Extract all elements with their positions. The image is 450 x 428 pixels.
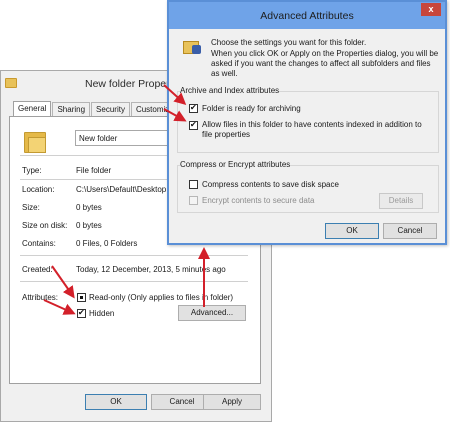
readonly-label: Read-only (Only applies to files in fold… [89,293,234,302]
created-label: Created: [22,265,53,274]
advanced-title: Advanced Attributes [260,10,354,22]
details-button[interactable]: Details [379,193,423,209]
advanced-titlebar[interactable]: Advanced Attributes x [169,2,445,29]
contains-label: Contains: [22,239,56,248]
archive-label: Folder is ready for archiving [202,104,301,113]
encrypt-label: Encrypt contents to secure data [202,196,315,205]
apply-button[interactable]: Apply [203,394,261,410]
type-label: Type: [22,166,42,175]
advanced-ok-button[interactable]: OK [325,223,379,239]
compress-encrypt-group-label: Compress or Encrypt attributes [180,160,291,169]
index-checkbox[interactable] [189,120,198,130]
attributes-label: Attributes: [22,293,59,302]
folder-settings-icon [183,39,203,55]
location-label: Location: [22,185,55,194]
divider [20,281,248,282]
archive-index-group-label: Archive and Index attributes [180,86,280,95]
index-label: Allow files in this folder to have conte… [202,120,422,139]
tab-strip: General Sharing Security Customize [13,101,180,118]
folder-icon [5,78,17,88]
size-label: Size: [22,203,40,212]
readonly-checkbox[interactable] [77,293,86,302]
description-line-1: Choose the settings you want for this fo… [211,38,367,47]
type-value: File folder [76,166,112,175]
location-value: C:\Users\Default\Desktop [76,185,167,194]
advanced-cancel-button[interactable]: Cancel [383,223,437,239]
archive-checkbox[interactable] [189,103,198,113]
hidden-label: Hidden [89,309,115,318]
size-on-disk-value: 0 bytes [76,221,102,230]
advanced-attributes-dialog: Advanced Attributes x Choose the setting… [167,0,447,245]
created-value: Today, 12 December, 2013, 5 minutes ago [76,265,226,274]
tab-security[interactable]: Security [91,102,130,117]
compress-label: Compress contents to save disk space [202,180,339,189]
description-line-2: When you click OK or Apply on the Proper… [211,49,439,78]
size-on-disk-label: Size on disk: [22,221,68,230]
hidden-checkbox[interactable] [77,308,86,318]
tab-sharing[interactable]: Sharing [52,102,91,117]
contains-value: 0 Files, 0 Folders [76,239,138,248]
encrypt-checkbox[interactable] [189,196,198,205]
compress-checkbox[interactable] [189,180,198,189]
large-folder-icon [24,129,46,153]
close-button[interactable]: x [421,3,441,16]
ok-button[interactable]: OK [85,394,147,410]
advanced-button[interactable]: Advanced... [178,305,246,321]
divider [20,255,248,256]
size-value: 0 bytes [76,203,102,212]
